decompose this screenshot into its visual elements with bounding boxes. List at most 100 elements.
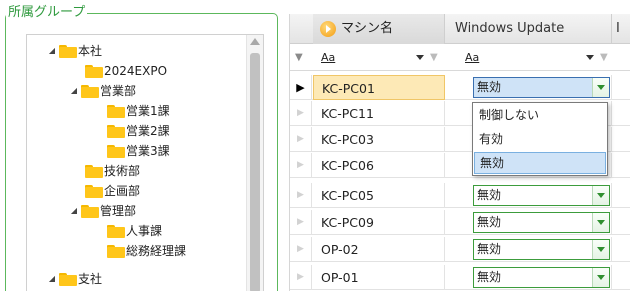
folder-icon	[85, 64, 103, 78]
wu-cell: 無効	[445, 75, 612, 100]
wu-cell: 無効	[445, 210, 612, 235]
filter-row-icon: ▼	[295, 52, 303, 63]
machine-name-cell[interactable]: KC-PC01	[313, 75, 445, 100]
folder-icon	[107, 244, 125, 258]
sort-icon	[320, 21, 336, 37]
table-row[interactable]: ▶ KC-PC05 無効	[290, 183, 630, 208]
column-header-next[interactable]: I	[612, 14, 630, 44]
machine-name-cell[interactable]: KC-PC11	[313, 101, 445, 126]
tree-node-label: 管理部	[100, 204, 137, 218]
filter-row: ▼ Aa ▼ Aa ▼	[290, 45, 630, 71]
tree-node-honsha[interactable]: ◢ 本社	[45, 41, 102, 61]
machine-name-cell[interactable]: KC-PC09	[313, 210, 445, 235]
tree-node-label: 総務経理課	[126, 244, 187, 258]
dropdown-option-no-control[interactable]: 制御しない	[474, 104, 606, 126]
table-row[interactable]: ▶ OP-02 無効	[290, 237, 630, 262]
tree-node-label: 営業1課	[126, 104, 170, 118]
folder-icon	[107, 124, 125, 138]
column-header-machine-name[interactable]: マシン名	[313, 14, 445, 44]
folder-icon	[85, 164, 103, 178]
wu-combo[interactable]: 無効	[473, 239, 610, 260]
dropdown-arrow-icon[interactable]	[592, 213, 609, 232]
dropdown-arrow-icon[interactable]	[592, 240, 609, 259]
wu-combo-value: 無効	[477, 80, 502, 94]
folder-icon	[107, 104, 125, 118]
wu-combo-value: 無効	[477, 215, 502, 229]
dropdown-option-enabled[interactable]: 有効	[474, 128, 606, 150]
folder-icon	[107, 144, 125, 158]
tree-node-label: 人事課	[126, 224, 163, 238]
tree-node-eigyo2[interactable]: 営業2課	[107, 121, 170, 141]
row-indicator-icon: ▶	[290, 101, 312, 126]
group-tree[interactable]: ◢ 本社 2024EXPO ◢ 営業部 営業1課 営業2課 営業3課 技術部 企…	[26, 34, 264, 291]
tree-node-jinjika[interactable]: 人事課	[107, 221, 162, 241]
folder-icon	[81, 84, 99, 98]
tree-node-label: 支社	[78, 272, 103, 286]
wu-cell: 無効	[445, 237, 612, 262]
tree-node-eigyo1[interactable]: 営業1課	[107, 101, 170, 121]
wu-combo[interactable]: 無効	[473, 77, 610, 98]
current-row-indicator-icon: ▶	[290, 75, 312, 100]
tree-node-label: 営業2課	[126, 124, 170, 138]
table-row[interactable]: ▶ KC-PC09 無効	[290, 210, 630, 235]
scrollbar-thumb[interactable]	[250, 53, 260, 291]
tree-node-eigyo3[interactable]: 営業3課	[107, 141, 170, 161]
row-indicator-icon: ▶	[290, 210, 312, 235]
tree-node-label: 営業部	[100, 84, 137, 98]
filter-wu-operator[interactable]: Aa	[465, 51, 479, 64]
scroll-up-icon[interactable]	[250, 38, 260, 45]
row-indicator-icon: ▶	[290, 153, 312, 178]
group-panel-title: 所属グループ	[6, 5, 88, 21]
filter-name-operator[interactable]: Aa	[321, 51, 335, 64]
tree-scrollbar[interactable]	[246, 35, 263, 291]
tree-node-label: 本社	[78, 44, 103, 58]
dropdown-option-disabled[interactable]: 無効	[474, 152, 606, 174]
collapse-icon[interactable]: ◢	[67, 201, 81, 221]
wu-combo-value: 無効	[477, 270, 502, 284]
tree-node-somukeiri[interactable]: 総務経理課	[107, 241, 186, 261]
wu-combo[interactable]: 無効	[473, 185, 610, 206]
dropdown-arrow-icon[interactable]	[592, 78, 609, 97]
dropdown-arrow-icon[interactable]	[592, 268, 609, 287]
row-indicator-icon: ▶	[290, 127, 312, 152]
wu-combo[interactable]: 無効	[473, 212, 610, 233]
column-header-windows-update[interactable]: Windows Update	[445, 14, 612, 44]
filter-wu-clear-icon[interactable]: ▼	[600, 52, 608, 63]
folder-icon	[81, 204, 99, 218]
filter-wu-dropdown-icon[interactable]	[586, 55, 594, 60]
machine-name-cell[interactable]: OP-02	[313, 237, 445, 262]
collapse-icon[interactable]: ◢	[45, 269, 59, 289]
filter-name-dropdown-icon[interactable]	[416, 55, 424, 60]
tree-node-gijutsubu[interactable]: 技術部	[85, 161, 140, 181]
filter-name-clear-icon[interactable]: ▼	[430, 52, 438, 63]
collapse-icon[interactable]: ◢	[45, 41, 59, 61]
machine-name-cell[interactable]: KC-PC03	[313, 127, 445, 152]
tree-node-2024expo[interactable]: 2024EXPO	[85, 61, 167, 81]
tree-node-kikakubu[interactable]: 企画部	[85, 181, 140, 201]
tree-node-eigyobu[interactable]: ◢ 営業部	[67, 81, 136, 101]
tree-node-kanribu[interactable]: ◢ 管理部	[67, 201, 136, 221]
grid-header: マシン名 Windows Update I	[290, 14, 630, 44]
row-indicator-icon: ▶	[290, 265, 312, 290]
machine-name-cell[interactable]: KC-PC06	[313, 153, 445, 178]
wu-cell: 無効	[445, 265, 612, 290]
wu-combo-value: 無効	[477, 188, 502, 202]
folder-icon	[107, 224, 125, 238]
tree-node-label: 企画部	[104, 184, 141, 198]
wu-cell: 無効	[445, 183, 612, 208]
collapse-icon[interactable]: ◢	[67, 81, 81, 101]
tree-node-label: 2024EXPO	[104, 64, 168, 78]
wu-dropdown-list: 制御しない 有効 無効	[472, 102, 608, 176]
wu-combo[interactable]: 無効	[473, 267, 610, 288]
machine-name-cell[interactable]: OP-01	[313, 265, 445, 290]
wu-combo-value: 無効	[477, 242, 502, 256]
row-indicator-icon: ▶	[290, 237, 312, 262]
dropdown-arrow-icon[interactable]	[592, 186, 609, 205]
machine-name-cell[interactable]: KC-PC05	[313, 183, 445, 208]
table-row[interactable]: ▶ KC-PC01 無効	[290, 75, 630, 100]
row-indicator-icon: ▶	[290, 183, 312, 208]
folder-icon	[59, 44, 77, 58]
tree-node-label: 営業3課	[126, 144, 170, 158]
table-row[interactable]: ▶ OP-01 無効	[290, 265, 630, 290]
tree-node-shisha[interactable]: ◢ 支社	[45, 269, 102, 289]
